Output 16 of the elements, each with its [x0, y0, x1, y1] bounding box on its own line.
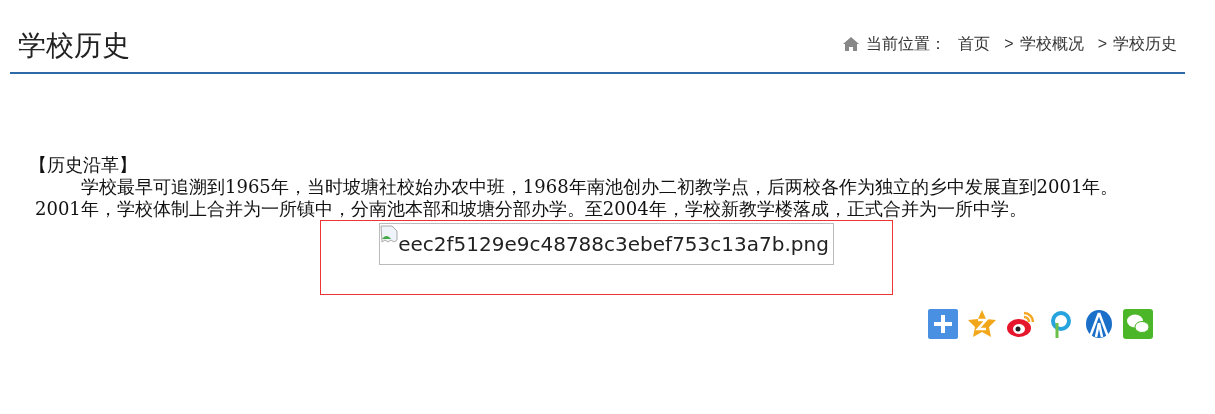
image-alt-text: eec2f5129e9c48788c3ebef753c13a7b.png	[398, 231, 829, 258]
star-icon[interactable]	[967, 309, 997, 339]
weibo-icon[interactable]	[1006, 309, 1036, 339]
location-label: 当前位置：	[866, 34, 947, 54]
article-paragraph: 学校最早可追溯到1965年，当时坡塘社校始办农中班，1968年南池创办二初教学点，后两校各作为独立的乡中发展直到2001年。2001年，学校体制上合并为一所镇中，分南池本部和坡塘分部办学。至2004年，学校新教学楼落成，正式合并为一所中学。	[35, 176, 1120, 220]
breadcrumb-link[interactable]: 首页	[958, 32, 991, 56]
people-icon[interactable]	[1084, 309, 1114, 339]
plus-icon[interactable]	[928, 309, 958, 339]
section-heading: 【历史沿革】	[29, 154, 138, 176]
breadcrumb-link[interactable]: 学校历史	[1113, 32, 1177, 56]
breadcrumb-separator: >	[1097, 34, 1107, 54]
page-title: 学校历史	[17, 32, 130, 60]
home-icon[interactable]	[842, 36, 861, 52]
breadcrumb-separator: >	[1004, 34, 1014, 54]
breadcrumb-link[interactable]: 学校概况	[1019, 32, 1084, 56]
wechat-icon[interactable]	[1123, 309, 1153, 339]
